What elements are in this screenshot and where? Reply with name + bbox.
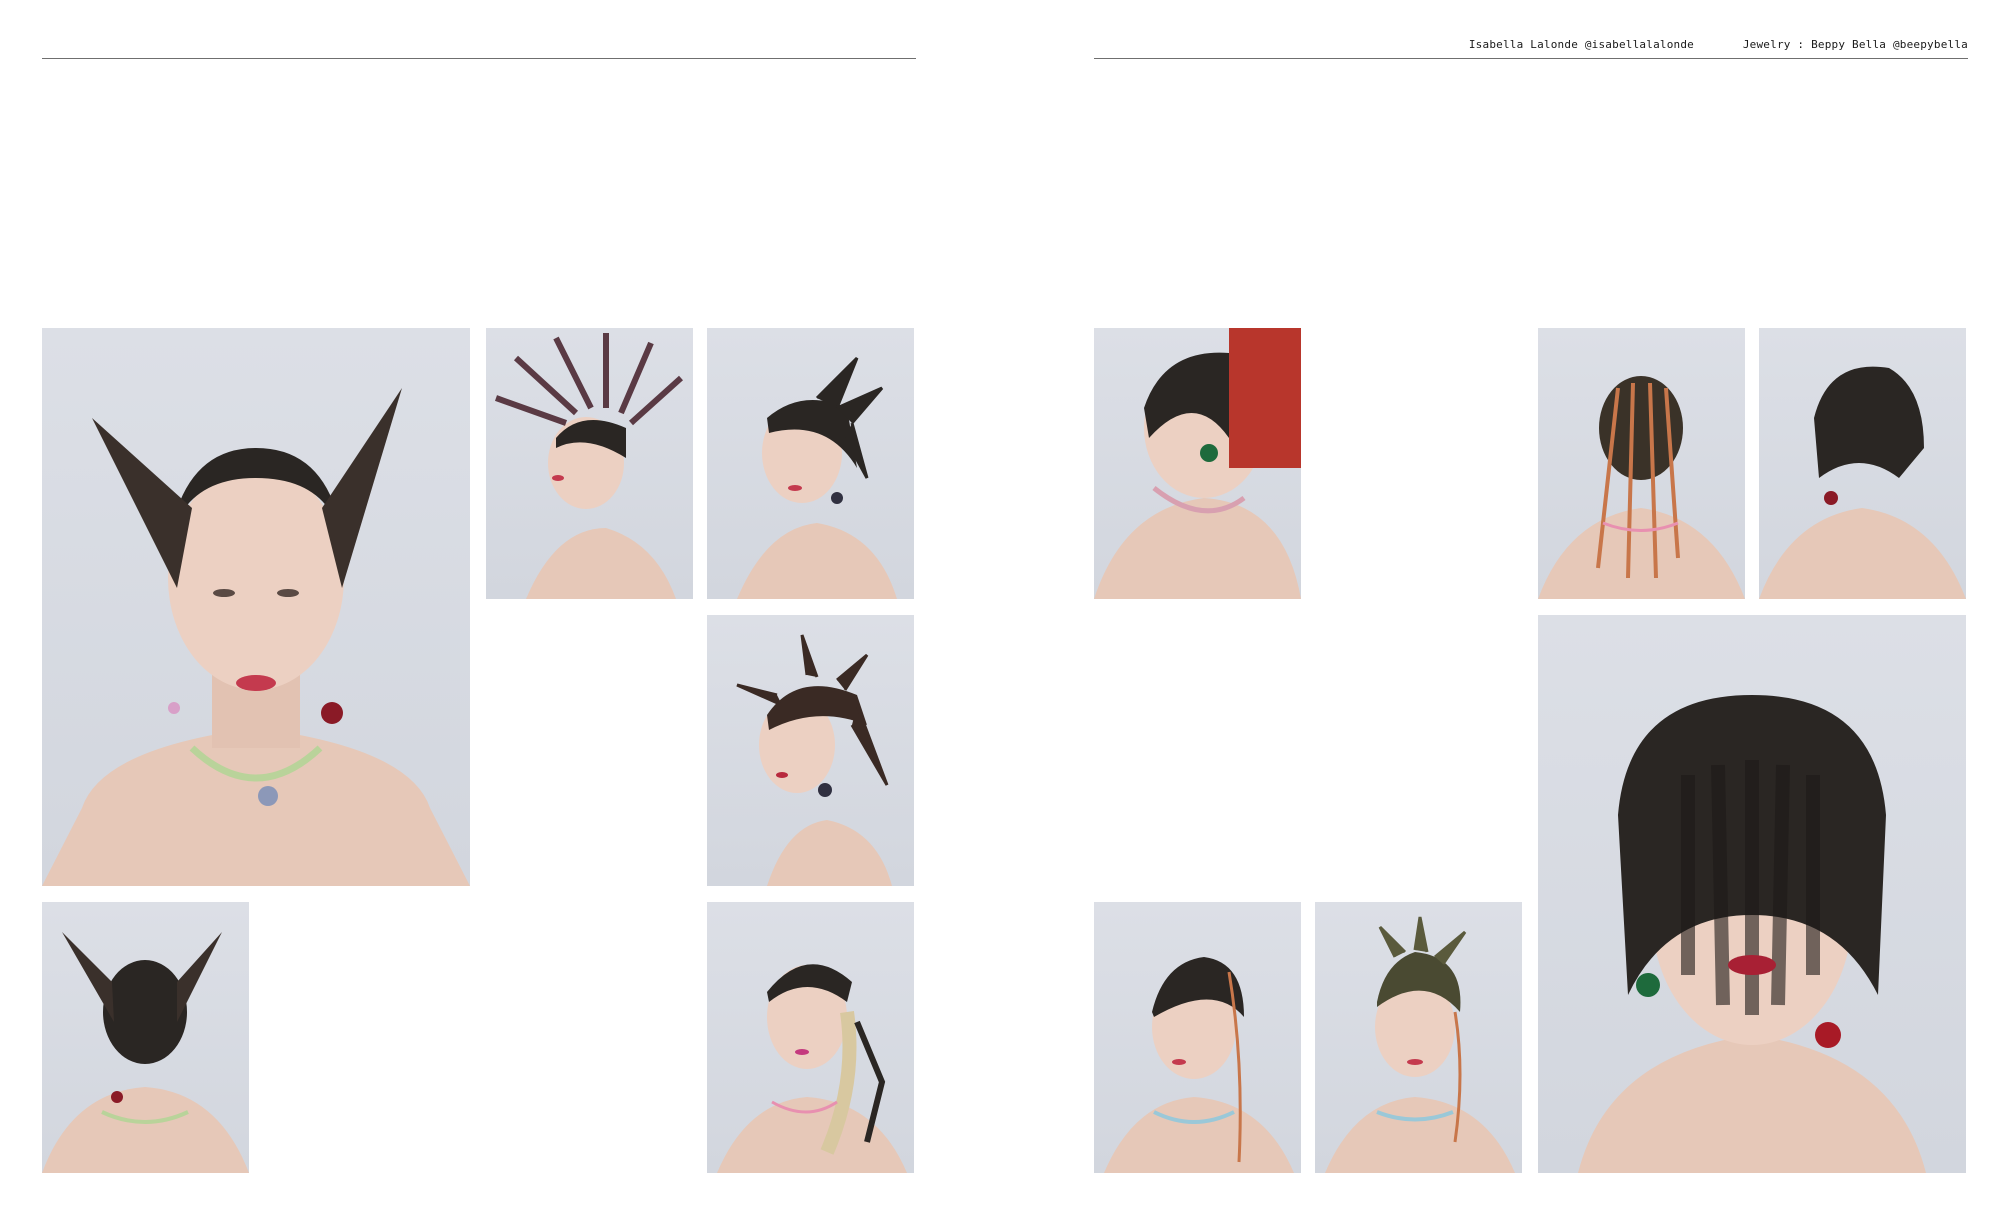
header-rule-left [42, 58, 916, 59]
photo-profile-fan-mohawk [486, 328, 693, 599]
photo-three-quarter-mohawk [707, 328, 914, 599]
photo-back-hair-strands [1538, 328, 1745, 599]
photo-fringe-braid [707, 902, 914, 1173]
photo-profile-red-panel [1094, 328, 1301, 599]
photo-back-short-bob [1759, 328, 1966, 599]
photo-portrait-long-fringe-bob [1538, 615, 1966, 1173]
photo-profile-spiky-mohawk [707, 615, 914, 886]
photographer-credit: Isabella Lalonde @isabellalalonde [1468, 38, 1695, 51]
credits: Isabella Lalonde @isabellalalonde Jewelr… [1469, 38, 1968, 51]
photo-buzzcut-strand [1094, 902, 1301, 1173]
header-rule-right [1094, 58, 1968, 59]
photo-tousled-mohawk [1315, 902, 1522, 1173]
photo-portrait-horn-hair [42, 328, 470, 886]
jewelry-credit: Jewelry : Beppy Bella @beepybella [1742, 38, 1968, 51]
photo-back-horn-hair [42, 902, 249, 1173]
